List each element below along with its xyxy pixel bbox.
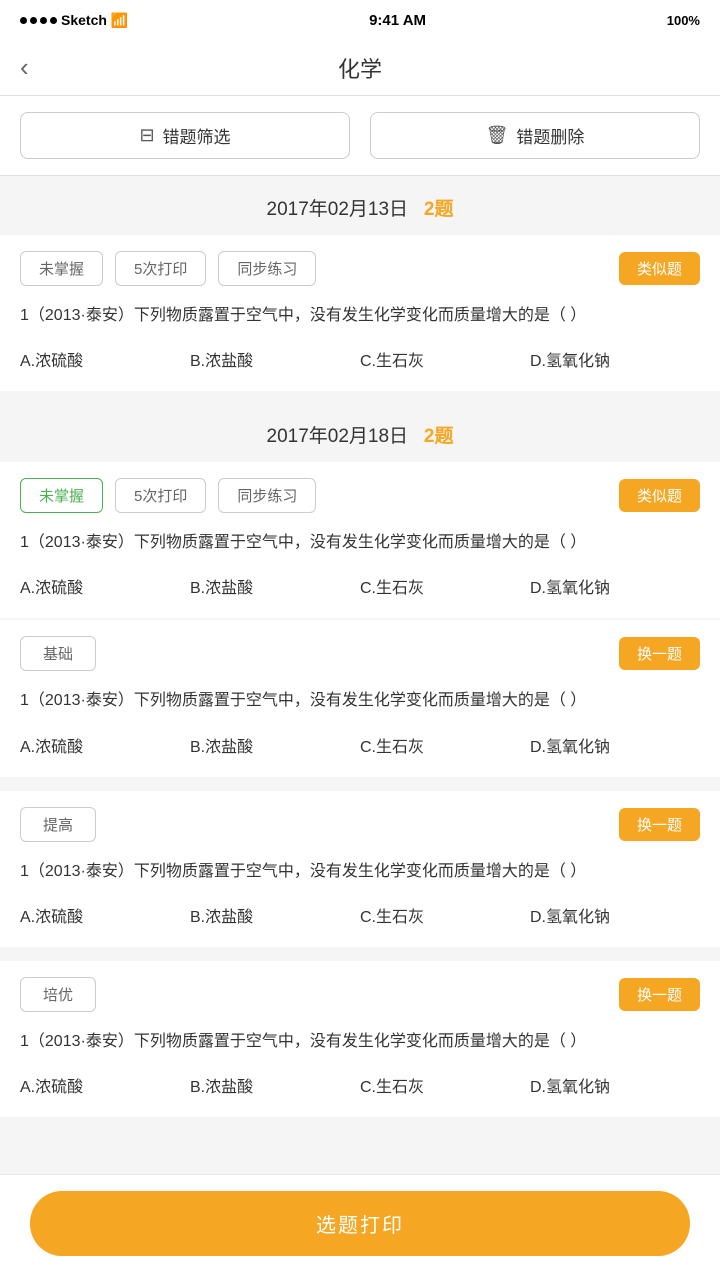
back-button[interactable]: ‹ <box>20 52 29 83</box>
sub-question-text-1: 1（2013·泰安）下列物质露置于空气中，没有发生化学变化而质量增大的是（ ） <box>20 687 700 714</box>
filter-label: 错题筛选 <box>163 123 231 148</box>
question-actions-2: 未掌握 5次打印 同步练习 类似题 <box>20 478 700 513</box>
date-header-2: 2017年02月18日 2题 <box>0 403 720 462</box>
option-d-1: D.氢氧化钠 <box>530 343 700 375</box>
sub-label-btn-3[interactable]: 培优 <box>20 977 96 1012</box>
status-bar: Sketch 📶 9:41 AM 100% <box>0 0 720 40</box>
sub-separator-2 <box>0 949 720 959</box>
page-title: 化学 <box>338 52 382 84</box>
option-b-2: B.浓盐酸 <box>190 570 360 602</box>
question-card-1: 未掌握 5次打印 同步练习 类似题 1（2013·泰安）下列物质露置于空气中，没… <box>0 235 720 391</box>
sub-question-options-3: A.浓硫酸 B.浓盐酸 C.生石灰 D.氢氧化钠 <box>20 1069 700 1101</box>
sub-option-d-2: D.氢氧化钠 <box>530 899 700 931</box>
print-btn-1[interactable]: 5次打印 <box>115 251 206 286</box>
battery-indicator: 100% <box>667 13 700 28</box>
sub-card-1: 基础 换一题 1（2013·泰安）下列物质露置于空气中，没有发生化学变化而质量增… <box>0 620 720 776</box>
option-a-2: A.浓硫酸 <box>20 570 190 602</box>
status-left: Sketch 📶 <box>20 12 128 29</box>
sub-option-c-3: C.生石灰 <box>360 1069 530 1101</box>
question-card-2: 未掌握 5次打印 同步练习 类似题 1（2013·泰安）下列物质露置于空气中，没… <box>0 462 720 618</box>
not-mastered-btn-1[interactable]: 未掌握 <box>20 251 103 286</box>
print-button[interactable]: 选题打印 <box>30 1191 690 1256</box>
sub-option-b-2: B.浓盐酸 <box>190 899 360 931</box>
change-btn-1[interactable]: 换一题 <box>619 637 700 670</box>
nav-bar: ‹ 化学 <box>0 40 720 96</box>
sync-btn-1[interactable]: 同步练习 <box>218 251 316 286</box>
sub-question-text-2: 1（2013·泰安）下列物质露置于空气中，没有发生化学变化而质量增大的是（ ） <box>20 858 700 885</box>
wifi-icon: 📶 <box>111 12 128 29</box>
scroll-area: 2017年02月13日 2题 未掌握 5次打印 同步练习 类似题 1（2013·… <box>0 176 720 1219</box>
sub-option-b-1: B.浓盐酸 <box>190 729 360 761</box>
sub-option-a-2: A.浓硫酸 <box>20 899 190 931</box>
sub-option-d-3: D.氢氧化钠 <box>530 1069 700 1101</box>
sub-label-btn-2[interactable]: 提高 <box>20 807 96 842</box>
sub-question-options-1: A.浓硫酸 B.浓盐酸 C.生石灰 D.氢氧化钠 <box>20 729 700 761</box>
sub-option-c-1: C.生石灰 <box>360 729 530 761</box>
question-options-2: A.浓硫酸 B.浓盐酸 C.生石灰 D.氢氧化钠 <box>20 570 700 602</box>
sub-label-btn-1[interactable]: 基础 <box>20 636 96 671</box>
sub-option-b-3: B.浓盐酸 <box>190 1069 360 1101</box>
option-b-1: B.浓盐酸 <box>190 343 360 375</box>
delete-icon: 🗑 <box>486 125 509 146</box>
sub-option-d-1: D.氢氧化钠 <box>530 729 700 761</box>
similar-btn-1[interactable]: 类似题 <box>619 252 700 285</box>
change-btn-3[interactable]: 换一题 <box>619 978 700 1011</box>
delete-button[interactable]: 🗑 错题删除 <box>370 112 700 159</box>
delete-label: 错题删除 <box>516 123 584 148</box>
app-name: Sketch <box>61 12 107 28</box>
status-time: 9:41 AM <box>369 12 426 29</box>
sub-option-a-1: A.浓硫酸 <box>20 729 190 761</box>
sync-btn-2[interactable]: 同步练习 <box>218 478 316 513</box>
not-mastered-btn-2[interactable]: 未掌握 <box>20 478 103 513</box>
sub-separator-1 <box>0 779 720 789</box>
sub-card-3: 培优 换一题 1（2013·泰安）下列物质露置于空气中，没有发生化学变化而质量增… <box>0 961 720 1117</box>
date-header-1: 2017年02月13日 2题 <box>0 176 720 235</box>
change-btn-2[interactable]: 换一题 <box>619 808 700 841</box>
bottom-bar: 选题打印 <box>0 1174 720 1280</box>
filter-icon: ⊟ <box>139 125 154 146</box>
similar-btn-2[interactable]: 类似题 <box>619 479 700 512</box>
sub-question-text-3: 1（2013·泰安）下列物质露置于空气中，没有发生化学变化而质量增大的是（ ） <box>20 1028 700 1055</box>
toolbar: ⊟ 错题筛选 🗑 错题删除 <box>0 96 720 176</box>
sub-actions-1: 基础 换一题 <box>20 636 700 671</box>
option-c-2: C.生石灰 <box>360 570 530 602</box>
separator-1 <box>0 393 720 403</box>
print-btn-2[interactable]: 5次打印 <box>115 478 206 513</box>
date-section-1: 2017年02月13日 2题 未掌握 5次打印 同步练习 类似题 1（2013·… <box>0 176 720 391</box>
date-section-2: 2017年02月18日 2题 未掌握 5次打印 同步练习 类似题 1（2013·… <box>0 403 720 1117</box>
signal-dots <box>20 17 57 24</box>
sub-question-options-2: A.浓硫酸 B.浓盐酸 C.生石灰 D.氢氧化钠 <box>20 899 700 931</box>
sub-option-a-3: A.浓硫酸 <box>20 1069 190 1101</box>
sub-card-2: 提高 换一题 1（2013·泰安）下列物质露置于空气中，没有发生化学变化而质量增… <box>0 791 720 947</box>
question-actions-1: 未掌握 5次打印 同步练习 类似题 <box>20 251 700 286</box>
sub-option-c-2: C.生石灰 <box>360 899 530 931</box>
sub-actions-2: 提高 换一题 <box>20 807 700 842</box>
option-d-2: D.氢氧化钠 <box>530 570 700 602</box>
option-c-1: C.生石灰 <box>360 343 530 375</box>
option-a-1: A.浓硫酸 <box>20 343 190 375</box>
filter-button[interactable]: ⊟ 错题筛选 <box>20 112 350 159</box>
question-options-1: A.浓硫酸 B.浓盐酸 C.生石灰 D.氢氧化钠 <box>20 343 700 375</box>
question-text-1: 1（2013·泰安）下列物质露置于空气中，没有发生化学变化而质量增大的是（ ） <box>20 302 700 329</box>
sub-actions-3: 培优 换一题 <box>20 977 700 1012</box>
question-text-2: 1（2013·泰安）下列物质露置于空气中，没有发生化学变化而质量增大的是（ ） <box>20 529 700 556</box>
